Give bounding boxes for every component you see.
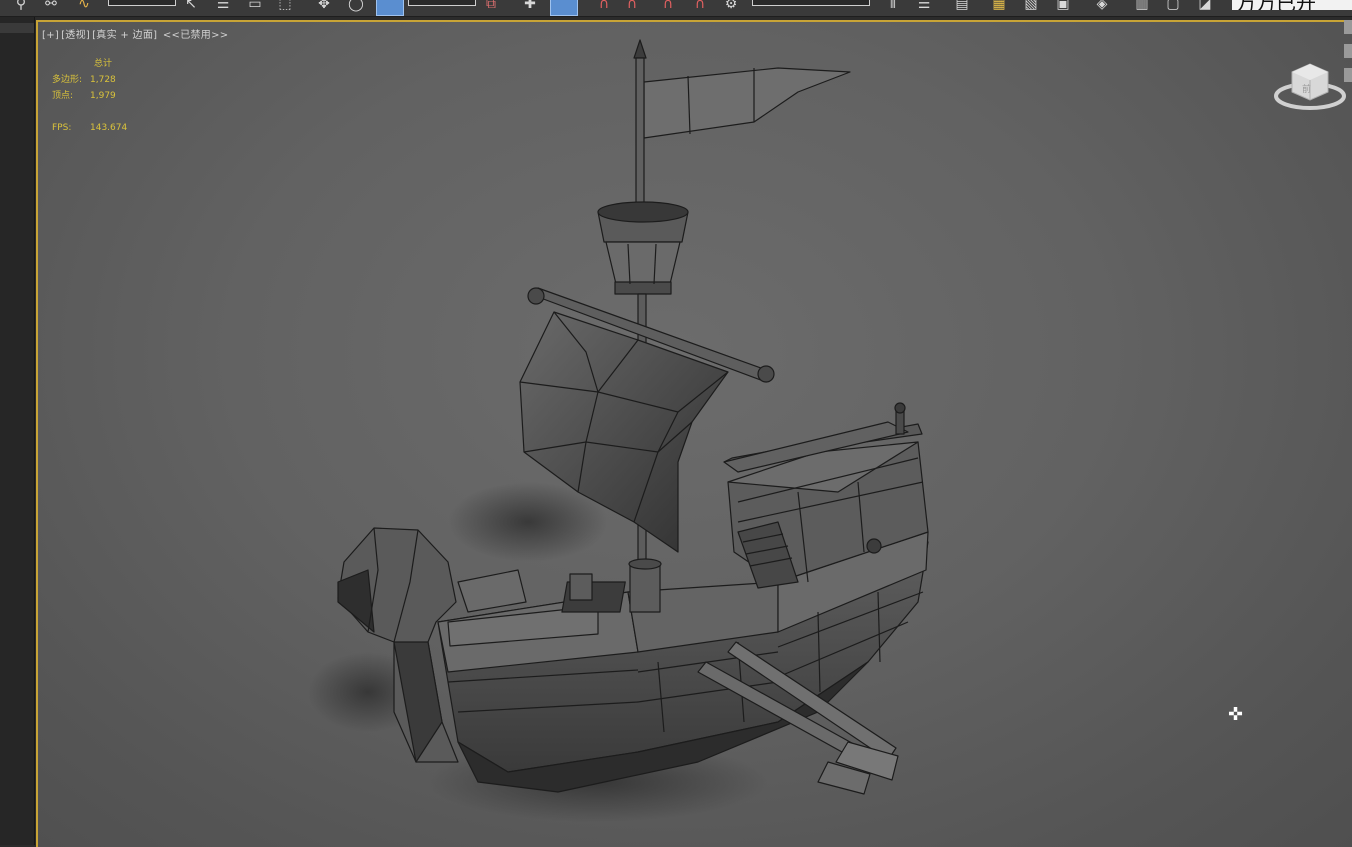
material-editor-icon[interactable]: ◈ — [1088, 0, 1116, 12]
curve-editor-icon[interactable]: ▧ — [1018, 0, 1044, 12]
ship-model-render — [308, 39, 929, 822]
selection-filter-dropdown[interactable] — [108, 0, 176, 6]
move-cursor-icon: ✜ — [1228, 704, 1244, 725]
left-strip-header — [0, 23, 34, 33]
select-by-name-icon[interactable]: ☰ — [212, 0, 234, 12]
named-selection-dropdown[interactable] — [752, 0, 870, 6]
viewport-label[interactable]: [+] [透视] [真实 + 边面] <<已禁用>> — [42, 26, 230, 41]
move-icon[interactable]: ✥ — [312, 0, 336, 12]
spinner-snap-icon[interactable]: ∩ — [688, 0, 712, 12]
render-setup-icon[interactable]: ▥ — [1130, 0, 1154, 12]
pivot-center-icon[interactable]: ⧉ — [478, 0, 504, 12]
angle-snap-icon[interactable]: ∩ — [620, 0, 644, 12]
unlink-icon[interactable]: ⚯ — [40, 0, 62, 12]
main-toolbar: ⚲ ⚯ ∿ ↖ ☰ ▭ ⬚ ✥ ◯ ⧉ ✚ ∩ ∩ ∩ ∩ ⚙ ⫴ ☰ ▤ ▦ … — [0, 0, 1352, 17]
stats-polys-value: 1,728 — [90, 75, 116, 85]
workspace-label[interactable]: 万万已开 — [1232, 0, 1352, 10]
viewport-disabled-label[interactable]: <<已禁用>> — [163, 30, 229, 41]
toggle-ribbon-icon[interactable]: ▦ — [986, 0, 1012, 12]
stats-polys-label: 多边形: — [52, 75, 83, 85]
mirror-icon[interactable]: ⫴ — [880, 0, 906, 12]
viewcube-icon[interactable]: 前 — [1274, 58, 1346, 114]
right-edge-widgets — [1344, 20, 1352, 110]
rendered-frame-window-icon[interactable]: ▢ — [1160, 0, 1186, 12]
rotate-icon[interactable]: ◯ — [344, 0, 368, 12]
reference-coord-dropdown[interactable] — [408, 0, 476, 6]
viewport-shading-label[interactable]: [真实 + 边面] — [92, 30, 157, 41]
right-edge-widget[interactable] — [1344, 20, 1352, 34]
right-edge-widget[interactable] — [1344, 44, 1352, 58]
window-crossing-icon[interactable]: ⬚ — [274, 0, 296, 12]
stats-title: 总计 — [94, 59, 113, 69]
stats-verts-label: 顶点: — [52, 91, 74, 101]
edit-named-selection-icon[interactable]: ⚙ — [720, 0, 742, 12]
snaps-toggle-icon[interactable]: ∩ — [590, 0, 618, 12]
bind-space-warp-icon[interactable]: ∿ — [72, 0, 96, 12]
axis-tripod-icon — [78, 840, 118, 847]
left-command-strip — [0, 17, 35, 845]
viewport-menu-plus[interactable]: [+] — [42, 30, 59, 41]
link-icon[interactable]: ⚲ — [10, 0, 32, 12]
right-edge-widget[interactable] — [1344, 68, 1352, 82]
stats-fps-label: FPS: — [52, 123, 72, 133]
stats-fps-value: 143.674 — [90, 123, 128, 133]
perspective-viewport[interactable]: [+] [透视] [真实 + 边面] <<已禁用>> 总计 多边形: 1,728 顶点… — [36, 20, 1352, 847]
keyboard-shortcut-override-icon[interactable] — [550, 0, 578, 16]
viewport-pov-label[interactable]: [透视] — [61, 30, 90, 41]
stats-verts-value: 1,979 — [90, 91, 116, 101]
statistics-overlay: 总计 多边形: 1,728 顶点: 1,979 FPS: 143.674 — [52, 56, 127, 136]
schematic-view-icon[interactable]: ▣ — [1050, 0, 1076, 12]
scale-icon[interactable] — [376, 0, 404, 16]
percent-snap-icon[interactable]: ∩ — [656, 0, 680, 12]
select-object-icon[interactable]: ↖ — [180, 0, 202, 12]
viewcube-face-label: 前 — [1302, 83, 1311, 95]
layer-explorer-icon[interactable]: ▤ — [950, 0, 974, 12]
rect-selection-region-icon[interactable]: ▭ — [244, 0, 266, 12]
select-manipulate-icon[interactable]: ✚ — [518, 0, 542, 12]
render-production-icon[interactable]: ◪ — [1192, 0, 1218, 12]
align-icon[interactable]: ☰ — [912, 0, 936, 12]
